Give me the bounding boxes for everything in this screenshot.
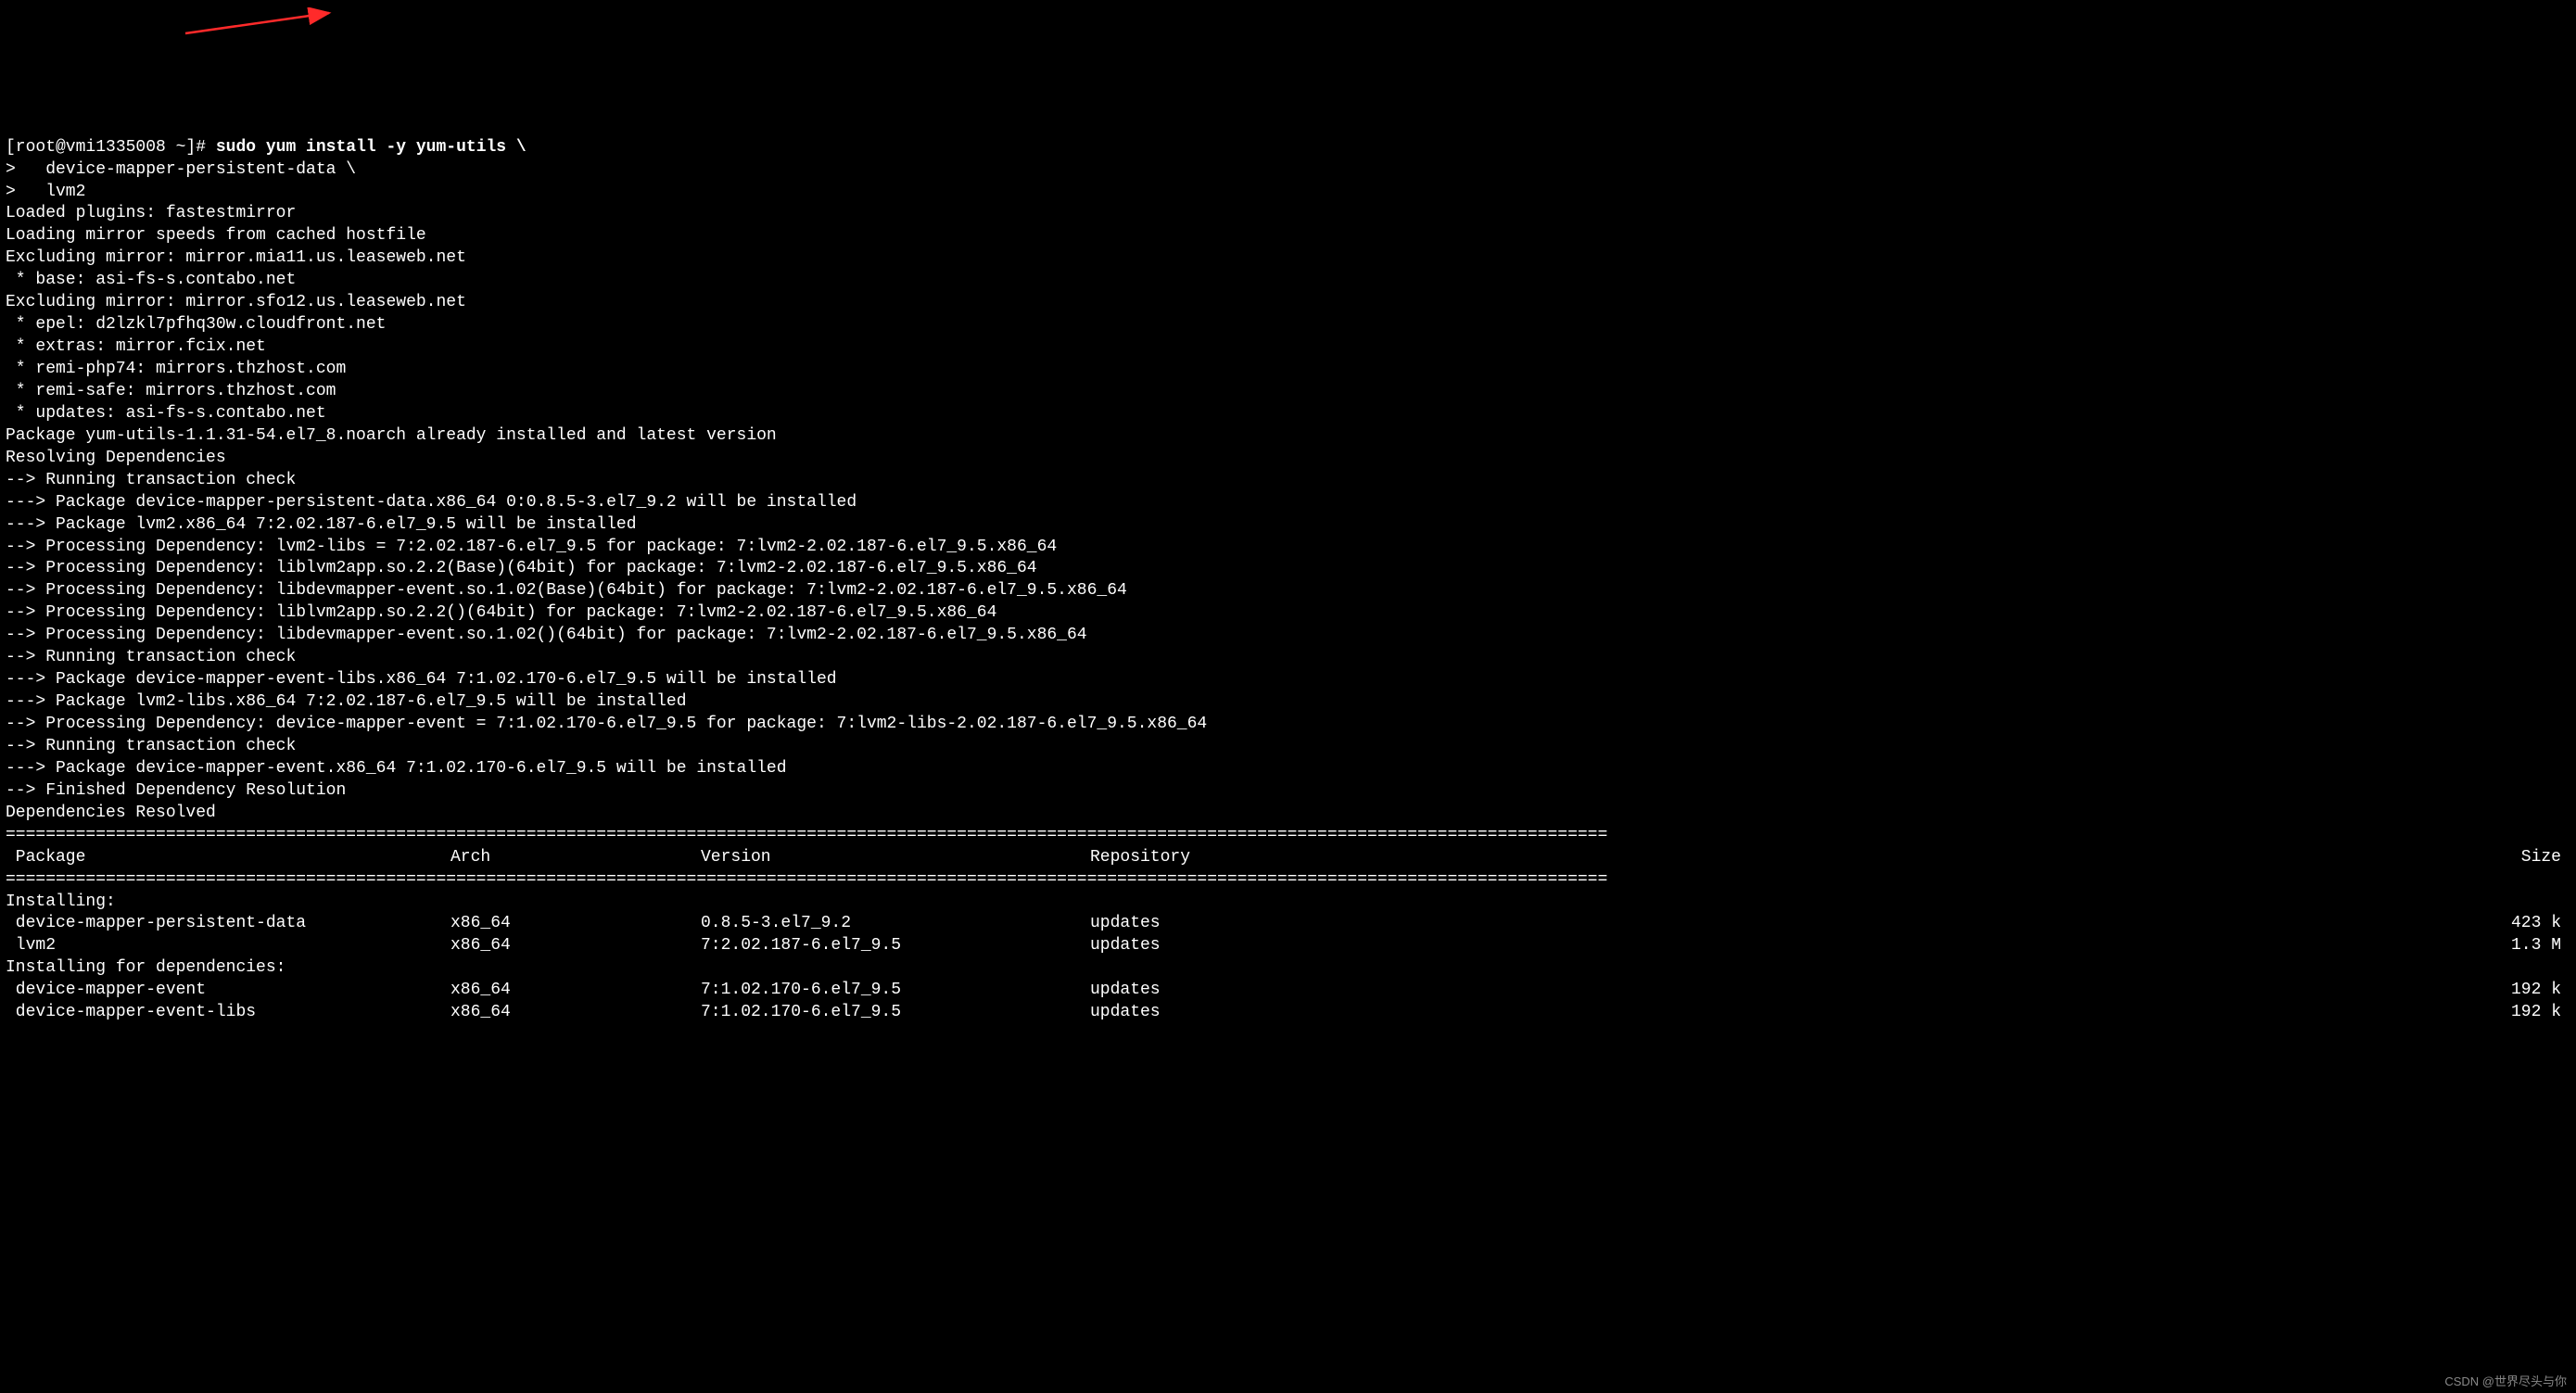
col-arch-header: Arch	[450, 847, 701, 869]
terminal-line: --> Processing Dependency: device-mapper…	[0, 714, 2576, 736]
arrow-annotation-icon	[181, 7, 338, 35]
terminal-line: --> Processing Dependency: libdevmapper-…	[0, 580, 2576, 602]
cell-ver: 0.8.5-3.el7_9.2	[701, 913, 1090, 935]
cell-size: 192 k	[1350, 1002, 2570, 1024]
terminal-line: Resolving Dependencies	[0, 448, 2576, 470]
terminal-line: ========================================…	[0, 825, 2576, 847]
terminal-line: > device-mapper-persistent-data \	[0, 159, 2576, 182]
terminal-line: Loaded plugins: fastestmirror	[0, 203, 2576, 225]
cell-repo: updates	[1090, 980, 1350, 1002]
cell-repo: updates	[1090, 935, 1350, 957]
terminal-line: Dependencies Resolved	[0, 803, 2576, 825]
cell-pkg: device-mapper-event-libs	[6, 1002, 450, 1024]
terminal-line: > lvm2	[0, 182, 2576, 204]
cell-size: 192 k	[1350, 980, 2570, 1002]
col-pkg-header: Package	[6, 847, 450, 869]
cell-size: 1.3 M	[1350, 935, 2570, 957]
cell-ver: 7:1.02.170-6.el7_9.5	[701, 980, 1090, 1002]
watermark-text: CSDN @世界尽头与你	[2444, 1374, 2567, 1389]
col-ver-header: Version	[701, 847, 1090, 869]
cell-ver: 7:1.02.170-6.el7_9.5	[701, 1002, 1090, 1024]
terminal-line: --> Processing Dependency: libdevmapper-…	[0, 625, 2576, 647]
terminal-line: --> Processing Dependency: lvm2-libs = 7…	[0, 537, 2576, 559]
terminal-line: ---> Package lvm2.x86_64 7:2.02.187-6.el…	[0, 514, 2576, 537]
terminal-line: --> Processing Dependency: liblvm2app.so…	[0, 558, 2576, 580]
terminal-line: * epel: d2lzkl7pfhq30w.cloudfront.net	[0, 314, 2576, 336]
terminal-line: * base: asi-fs-s.contabo.net	[0, 270, 2576, 292]
terminal-line: Installing for dependencies:	[0, 957, 2576, 980]
terminal-line: --> Running transaction check	[0, 470, 2576, 492]
command-text: sudo yum install -y yum-utils \	[216, 138, 527, 157]
cell-pkg: device-mapper-event	[6, 980, 450, 1002]
cell-pkg: device-mapper-persistent-data	[6, 913, 450, 935]
cell-repo: updates	[1090, 1002, 1350, 1024]
terminal-line: ---> Package device-mapper-event-libs.x8…	[0, 669, 2576, 691]
terminal-line: Package yum-utils-1.1.31-54.el7_8.noarch…	[0, 425, 2576, 448]
terminal-output: [root@vmi1335008 ~]# sudo yum install -y…	[0, 137, 2576, 1025]
cell-arch: x86_64	[450, 913, 701, 935]
terminal-line: --> Finished Dependency Resolution	[0, 780, 2576, 803]
terminal-line: --> Running transaction check	[0, 647, 2576, 669]
terminal-line: Installing:	[0, 892, 2576, 914]
cell-arch: x86_64	[450, 1002, 701, 1024]
terminal-line: * updates: asi-fs-s.contabo.net	[0, 403, 2576, 425]
shell-prompt: [root@vmi1335008 ~]#	[6, 138, 216, 157]
table-row: lvm2x86_647:2.02.187-6.el7_9.5updates1.3…	[0, 935, 2576, 957]
terminal-line: ---> Package device-mapper-event.x86_64 …	[0, 758, 2576, 780]
terminal-line: * remi-php74: mirrors.thzhost.com	[0, 359, 2576, 381]
cell-size: 423 k	[1350, 913, 2570, 935]
terminal-line: Excluding mirror: mirror.sfo12.us.leasew…	[0, 292, 2576, 314]
cell-arch: x86_64	[450, 980, 701, 1002]
terminal-line: * extras: mirror.fcix.net	[0, 336, 2576, 359]
cell-ver: 7:2.02.187-6.el7_9.5	[701, 935, 1090, 957]
col-repo-header: Repository	[1090, 847, 1350, 869]
table-row: device-mapper-persistent-datax86_640.8.5…	[0, 913, 2576, 935]
cell-pkg: lvm2	[6, 935, 450, 957]
terminal-line: ---> Package lvm2-libs.x86_64 7:2.02.187…	[0, 691, 2576, 714]
terminal-line: --> Processing Dependency: liblvm2app.so…	[0, 602, 2576, 625]
table-row: device-mapper-eventx86_647:1.02.170-6.el…	[0, 980, 2576, 1002]
cell-arch: x86_64	[450, 935, 701, 957]
terminal-line: Excluding mirror: mirror.mia11.us.leasew…	[0, 247, 2576, 270]
col-size-header: Size	[1350, 847, 2570, 869]
cell-repo: updates	[1090, 913, 1350, 935]
terminal-line: ========================================…	[0, 869, 2576, 892]
terminal-line: --> Running transaction check	[0, 736, 2576, 758]
terminal-line: ---> Package device-mapper-persistent-da…	[0, 492, 2576, 514]
table-row: device-mapper-event-libsx86_647:1.02.170…	[0, 1002, 2576, 1024]
table-header: PackageArchVersionRepositorySize	[0, 847, 2576, 869]
prompt-line: [root@vmi1335008 ~]# sudo yum install -y…	[0, 137, 2576, 159]
terminal-line: Loading mirror speeds from cached hostfi…	[0, 225, 2576, 247]
terminal-line: * remi-safe: mirrors.thzhost.com	[0, 381, 2576, 403]
